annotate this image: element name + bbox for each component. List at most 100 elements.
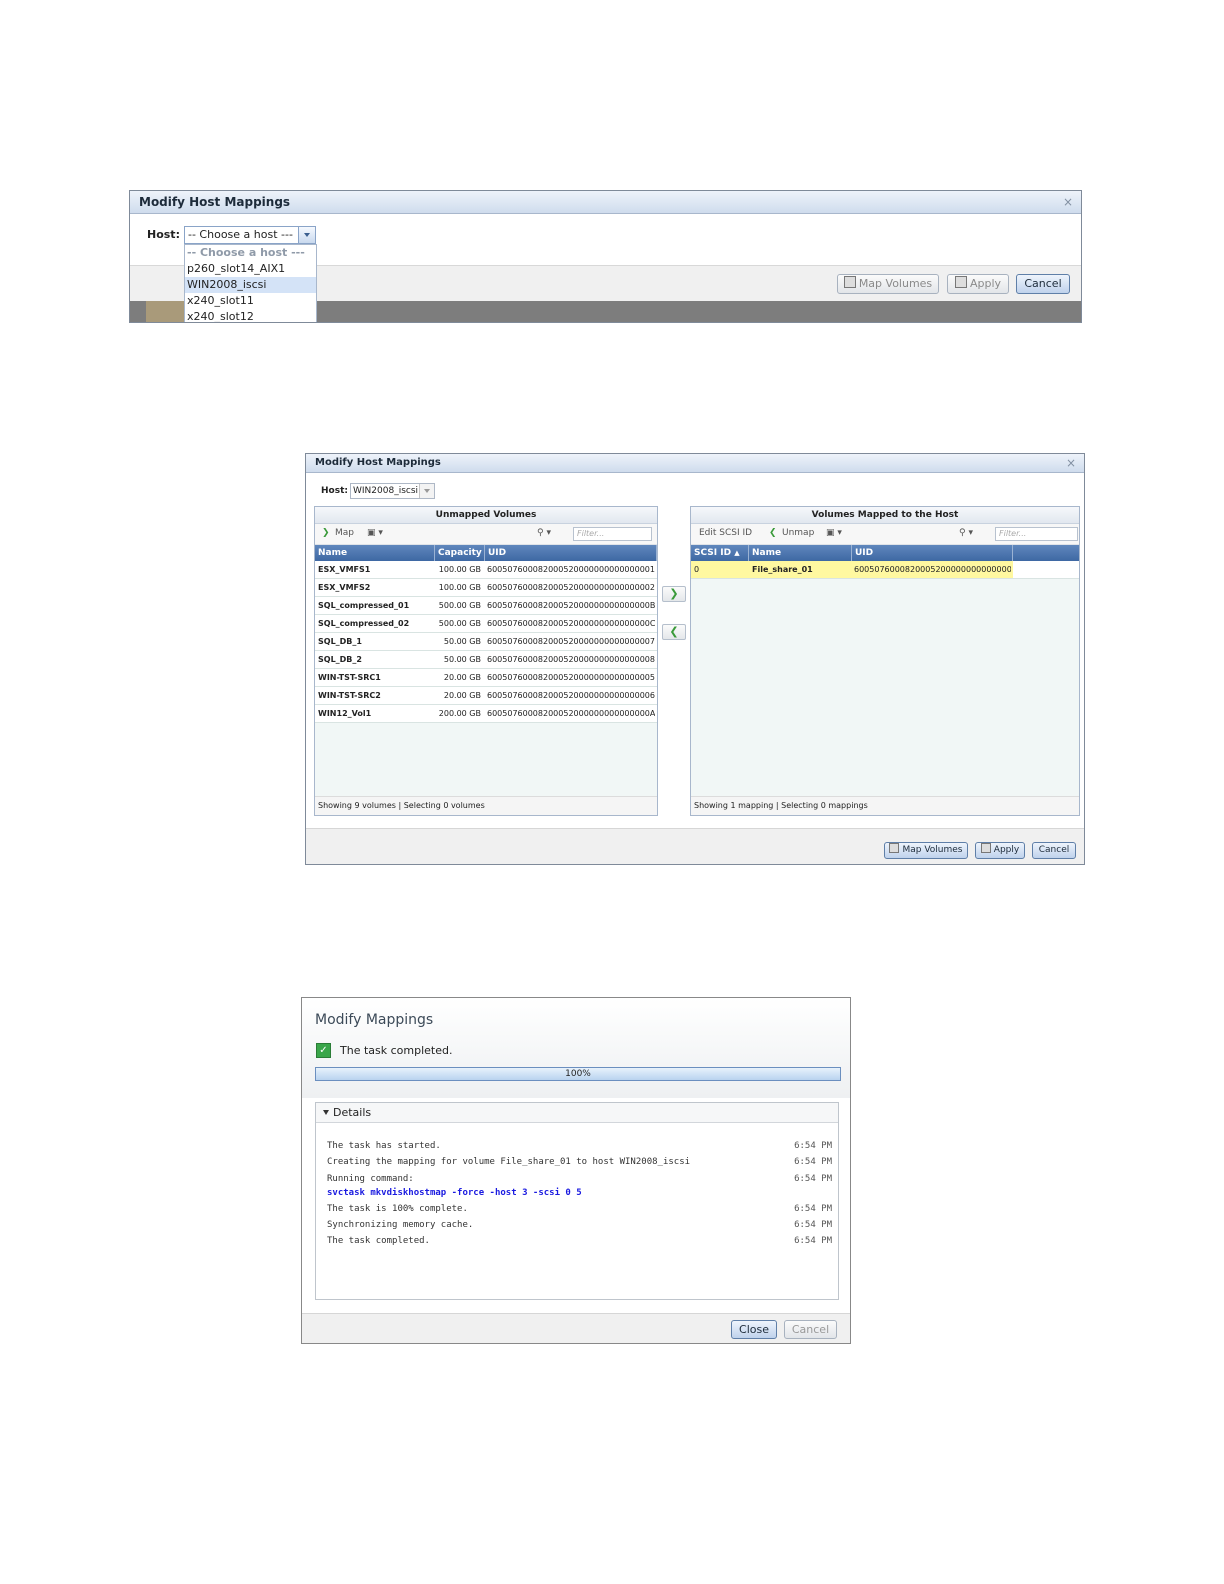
sort-asc-icon: ▲: [734, 549, 740, 557]
map-arrow-icon[interactable]: ❯: [322, 528, 330, 538]
map-volumes-button[interactable]: Map Volumes: [884, 842, 968, 859]
dialog-title-bar: Modify Host Mappings ×: [130, 191, 1081, 214]
log-command: svctask mkvdiskhostmap -force -host 3 -s…: [327, 1188, 832, 1202]
mapping-name: File_share_01: [752, 565, 813, 574]
volume-uid: 600507600082000520000000000000002: [487, 583, 655, 592]
volume-uid: 600507600082000520000000000000007: [487, 637, 655, 646]
panel-toolbar: ❯ Map ▣ ▾ ⚲ ▾ Filter...: [315, 524, 657, 545]
volume-capacity: 50.00 GB: [443, 637, 481, 646]
host-option[interactable]: p260_slot14_AIX1: [185, 261, 316, 277]
move-left-button[interactable]: ❮: [662, 624, 686, 640]
cancel-button[interactable]: Cancel: [1016, 274, 1070, 294]
host-select[interactable]: -- Choose a host ---: [184, 226, 316, 244]
volume-uid: 60050760008200052000000000000000C: [487, 619, 655, 628]
cancel-button[interactable]: Cancel: [1032, 842, 1076, 859]
close-button[interactable]: Close: [731, 1320, 777, 1339]
table-row[interactable]: SQL_compressed_02 500.00 GB 60050760008200…: [315, 615, 657, 633]
mapping-scsi-id: 0: [694, 565, 700, 574]
host-option-placeholder[interactable]: -- Choose a host ---: [185, 245, 316, 261]
dialog-title: Modify Mappings: [315, 1012, 434, 1028]
table-row[interactable]: 0 File_share_01 60050760008200052000000000…: [691, 561, 1079, 579]
log-time: 6:54 PM: [794, 1236, 832, 1246]
unmap-arrow-icon[interactable]: ❮: [769, 528, 777, 538]
table-row[interactable]: WIN-TST-SRC1 20.00 GB 60050760008200052000…: [315, 669, 657, 687]
chevron-down-icon[interactable]: [419, 484, 434, 498]
log-text: Running command:: [327, 1174, 414, 1184]
close-icon[interactable]: ×: [1066, 454, 1076, 472]
export-icon[interactable]: ▣ ▾: [367, 528, 383, 538]
filter-input[interactable]: Filter...: [573, 527, 652, 541]
column-header-uid[interactable]: UID: [852, 545, 1013, 561]
chevron-left-icon: ❮: [669, 625, 679, 638]
panel-status: Showing 1 mapping | Selecting 0 mappings: [691, 796, 1079, 815]
map-volumes-button[interactable]: Map Volumes: [837, 274, 939, 294]
apply-icon: [954, 276, 967, 288]
volume-name: SQL_compressed_01: [318, 601, 410, 610]
details-toggle[interactable]: Details: [316, 1103, 838, 1123]
filter-input[interactable]: Filter...: [995, 527, 1078, 541]
host-select[interactable]: WIN2008_iscsi: [350, 483, 435, 499]
host-select-value: -- Choose a host ---: [188, 228, 293, 241]
export-icon[interactable]: ▣ ▾: [826, 528, 842, 538]
log-text: The task has started.: [327, 1141, 441, 1151]
volume-uid: 600507600082000520000000000000005: [487, 673, 655, 682]
chevron-down-icon[interactable]: [298, 227, 315, 243]
log-time: 6:54 PM: [794, 1141, 832, 1151]
apply-icon: [980, 843, 991, 853]
unmap-action[interactable]: Unmap: [782, 528, 814, 538]
move-right-button[interactable]: ❯: [662, 586, 686, 602]
map-action[interactable]: Map: [335, 528, 354, 538]
panel-title: Unmapped Volumes: [315, 507, 657, 524]
mapping-uid: 600507600082000520000000000000009: [854, 565, 1011, 574]
log-text: Creating the mapping for volume File_sha…: [327, 1157, 691, 1167]
table-row[interactable]: ESX_VMFS1 100.00 GB 6005076000820005200000…: [315, 561, 657, 579]
host-option[interactable]: x240_slot11: [185, 293, 316, 309]
table-row[interactable]: SQL_DB_2 50.00 GB 600507600082000520000000…: [315, 651, 657, 669]
map-volumes-icon: [843, 276, 856, 288]
table-row[interactable]: WIN12_Vol1 200.00 GB 600507600082000520000…: [315, 705, 657, 723]
table-row[interactable]: ESX_VMFS2 100.00 GB 6005076000820005200000…: [315, 579, 657, 597]
chevron-right-icon: ❯: [669, 587, 679, 600]
apply-button[interactable]: Apply: [975, 842, 1025, 859]
dialog-footer: Close Cancel: [302, 1313, 850, 1343]
volume-name: WIN12_Vol1: [318, 709, 372, 718]
log-time: 6:54 PM: [794, 1204, 832, 1214]
volume-capacity: 100.00 GB: [438, 583, 481, 592]
column-header-name[interactable]: Name: [315, 545, 435, 561]
volume-uid: 600507600082000520000000000000006: [487, 691, 655, 700]
table-row[interactable]: SQL_compressed_01 500.00 GB 60050760008200…: [315, 597, 657, 615]
volume-capacity: 500.00 GB: [438, 619, 481, 628]
mapped-volumes-panel: Volumes Mapped to the Host Edit SCSI ID …: [690, 506, 1080, 816]
table-row[interactable]: SQL_DB_1 50.00 GB 600507600082000520000000…: [315, 633, 657, 651]
log-line: Synchronizing memory cache. 6:54 PM: [327, 1220, 832, 1234]
volume-name: ESX_VMFS2: [318, 583, 371, 592]
volume-name: WIN-TST-SRC2: [318, 691, 381, 700]
apply-button[interactable]: Apply: [947, 274, 1009, 294]
column-header-name[interactable]: Name: [749, 545, 852, 561]
column-header-scsi-id[interactable]: SCSI ID ▲: [691, 545, 749, 561]
close-icon[interactable]: ×: [1063, 191, 1073, 213]
volume-name: SQL_compressed_02: [318, 619, 410, 628]
edit-scsi-id-action[interactable]: Edit SCSI ID: [699, 528, 752, 538]
details-section: Details The task has started. 6:54 PM Crea…: [315, 1102, 839, 1300]
volume-name: SQL_DB_1: [318, 637, 362, 646]
volume-uid: 60050760008200052000000000000000A: [487, 709, 655, 718]
search-icon[interactable]: ⚲ ▾: [537, 528, 551, 538]
table-row[interactable]: WIN-TST-SRC2 20.00 GB 60050760008200052000…: [315, 687, 657, 705]
log-text: svctask mkvdiskhostmap -force -host 3 -s…: [327, 1188, 582, 1198]
dialog-footer: Map Volumes Apply Cancel: [306, 828, 1084, 864]
apply-label: Apply: [969, 277, 1002, 290]
search-icon[interactable]: ⚲ ▾: [959, 528, 973, 538]
cancel-button[interactable]: Cancel: [784, 1320, 837, 1339]
progress-label: 100%: [565, 1069, 591, 1079]
log-text: Synchronizing memory cache.: [327, 1220, 474, 1230]
host-option[interactable]: x240_slot12: [185, 309, 316, 322]
map-volumes-label: Map Volumes: [858, 277, 933, 290]
log-line: Creating the mapping for volume File_sha…: [327, 1157, 832, 1171]
host-option-highlighted[interactable]: WIN2008_iscsi: [185, 277, 316, 293]
column-header-capacity[interactable]: Capacity: [435, 545, 485, 561]
volume-uid: 600507600082000520000000000000008: [487, 655, 655, 664]
column-header-uid[interactable]: UID: [485, 545, 657, 561]
progress-bar: 100%: [315, 1067, 841, 1081]
volume-capacity: 200.00 GB: [438, 709, 481, 718]
